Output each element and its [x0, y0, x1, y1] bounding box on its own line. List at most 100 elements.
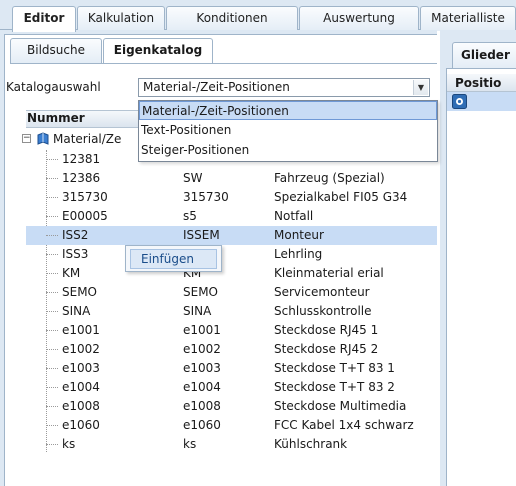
table-row[interactable]: e1004 e1004 Steckdose T+T 83 2 — [26, 378, 437, 397]
table-cell-c3: Monteur — [274, 228, 324, 242]
dropdown-arrow-icon[interactable]: ▼ — [413, 80, 428, 95]
tab-auswertung-label: Auswertung — [323, 11, 395, 25]
option-label: Text-Positionen — [141, 123, 232, 137]
table-cell-c2: SEMO — [183, 285, 218, 299]
table-cell-c3: Steckdose RJ45 2 — [274, 342, 379, 356]
gliederung-panel — [446, 68, 516, 486]
table-row[interactable]: ks ks Kühlschrank — [26, 435, 437, 454]
table-row[interactable]: 12386 SW Fahrzeug (Spezial) — [26, 169, 437, 188]
table-cell-c3: FCC Kabel 1x4 schwarz — [274, 418, 414, 432]
table-cell-c1: E00005 — [62, 209, 108, 223]
table-row[interactable]: E00005 s5 Notfall — [26, 207, 437, 226]
table-cell-c3: Notfall — [274, 209, 314, 223]
tab-materialliste[interactable]: Materialliste — [420, 6, 516, 31]
option-label: Material-/Zeit-Positionen — [142, 104, 289, 118]
tree-connector — [46, 425, 58, 426]
tab-materialliste-label: Materialliste — [431, 11, 505, 25]
table-cell-c2: e1060 — [183, 418, 221, 432]
table-cell-c1: e1060 — [62, 418, 100, 432]
table-row[interactable]: e1003 e1003 Steckdose T+T 83 1 — [26, 359, 437, 378]
tab-editor-label: Editor — [23, 11, 65, 25]
dropdown-option-text[interactable]: Text-Positionen — [139, 121, 437, 140]
table-cell-c3: Steckdose RJ45 1 — [274, 323, 379, 337]
table-row[interactable]: KM KM Kleinmaterial erial — [26, 264, 437, 283]
katalog-select[interactable]: Material-/Zeit-Positionen ▼ — [138, 78, 430, 97]
tab-kalkulation[interactable]: Kalkulation — [77, 6, 165, 31]
tree-connector — [46, 330, 58, 331]
table-cell-c3: Schlusskontrolle — [274, 304, 372, 318]
table-cell-c3: Kühlschrank — [274, 437, 348, 451]
table-cell-c1: e1002 — [62, 342, 100, 356]
table-cell-c1: 12386 — [62, 171, 101, 185]
catalog-book-icon — [37, 132, 49, 145]
tree-connector — [46, 178, 58, 179]
context-menu-einfuegen[interactable]: Einfügen — [130, 249, 217, 269]
tab-eigenkatalog[interactable]: Eigenkatalog — [103, 38, 213, 63]
tree-connector — [46, 159, 58, 160]
tree-connector — [46, 349, 58, 350]
katalog-dropdown-list: Material-/Zeit-Positionen Text-Positione… — [138, 100, 438, 162]
table-cell-c2: e1001 — [183, 323, 221, 337]
tree-root-label: Material/Ze — [53, 132, 122, 146]
table-cell-c1: e1008 — [62, 399, 100, 413]
tree-connector — [46, 254, 58, 255]
table-cell-c1: KM — [62, 266, 81, 280]
tree-connector — [46, 235, 58, 236]
tree-connector — [46, 444, 58, 445]
table-row[interactable]: e1002 e1002 Steckdose RJ45 2 — [26, 340, 437, 359]
tab-auswertung[interactable]: Auswertung — [299, 6, 419, 31]
tab-editor[interactable]: Editor — [12, 6, 76, 32]
table-cell-c2: ks — [183, 437, 197, 451]
table-row[interactable]: e1008 e1008 Steckdose Multimedia — [26, 397, 437, 416]
table-cell-c1: 315730 — [62, 190, 108, 204]
table-cell-c1: SEMO — [62, 285, 97, 299]
table-cell-c2: ISSEM — [183, 228, 220, 242]
table-cell-c2: e1002 — [183, 342, 221, 356]
table-cell-c3: Steckdose T+T 83 1 — [274, 361, 395, 375]
katalog-select-value: Material-/Zeit-Positionen — [143, 80, 290, 94]
tree-connector — [46, 311, 58, 312]
subtab-divider — [10, 63, 437, 64]
tab-gliederung[interactable]: Glieder — [452, 42, 516, 68]
table-cell-c2: SINA — [183, 304, 212, 318]
position-node-icon — [452, 94, 467, 109]
table-cell-c3: Fahrzeug (Spezial) — [274, 171, 385, 185]
tab-konditionen[interactable]: Konditionen — [166, 6, 298, 31]
tree-connector — [46, 216, 58, 217]
tab-eigenkatalog-label: Eigenkatalog — [113, 43, 203, 57]
tab-bildsuche[interactable]: Bildsuche — [10, 38, 102, 63]
context-menu: Einfügen — [125, 245, 222, 272]
tab-konditionen-label: Konditionen — [196, 11, 268, 25]
table-row[interactable]: e1060 e1060 FCC Kabel 1x4 schwarz — [26, 416, 437, 435]
table-cell-c2: SW — [183, 171, 203, 185]
table-cell-c3: Servicemonteur — [274, 285, 370, 299]
table-row[interactable]: SINA SINA Schlusskontrolle — [26, 302, 437, 321]
table-cell-c1: e1004 — [62, 380, 100, 394]
table-row[interactable]: ISS2 ISSEM Monteur — [26, 226, 437, 245]
column-header-nummer[interactable]: Nummer — [27, 111, 85, 125]
tree-connector — [46, 292, 58, 293]
table-cell-c2: 315730 — [183, 190, 229, 204]
table-row[interactable]: SEMO SEMO Servicemonteur — [26, 283, 437, 302]
table-cell-c1: SINA — [62, 304, 91, 318]
table-cell-c2: s5 — [183, 209, 197, 223]
table-cell-c2: e1008 — [183, 399, 221, 413]
table-cell-c3: Kleinmaterial erial — [274, 266, 384, 280]
table-cell-c1: e1001 — [62, 323, 100, 337]
column-header-position[interactable]: Positio — [447, 74, 516, 92]
table-cell-c1: 12381 — [62, 152, 101, 166]
table-cell-c1: ISS2 — [62, 228, 89, 242]
table-row[interactable]: 315730 315730 Spezialkabel FI05 G34 — [26, 188, 437, 207]
table-row[interactable]: e1001 e1001 Steckdose RJ45 1 — [26, 321, 437, 340]
collapse-icon[interactable]: − — [22, 134, 31, 143]
tree-connector — [46, 273, 58, 274]
main-tab-strip: Editor Kalkulation Konditionen Auswertun… — [0, 0, 516, 32]
table-cell-c2: e1004 — [183, 380, 221, 394]
katalog-label: Katalogauswahl — [6, 80, 101, 94]
table-cell-c1: ks — [62, 437, 76, 451]
table-cell-c3: Spezialkabel FI05 G34 — [274, 190, 408, 204]
tree-connector — [46, 387, 58, 388]
table-row[interactable]: ISS3 Lehrling — [26, 245, 437, 264]
dropdown-option-steiger[interactable]: Steiger-Positionen — [139, 141, 437, 160]
dropdown-option-material-zeit[interactable]: Material-/Zeit-Positionen — [139, 101, 437, 120]
